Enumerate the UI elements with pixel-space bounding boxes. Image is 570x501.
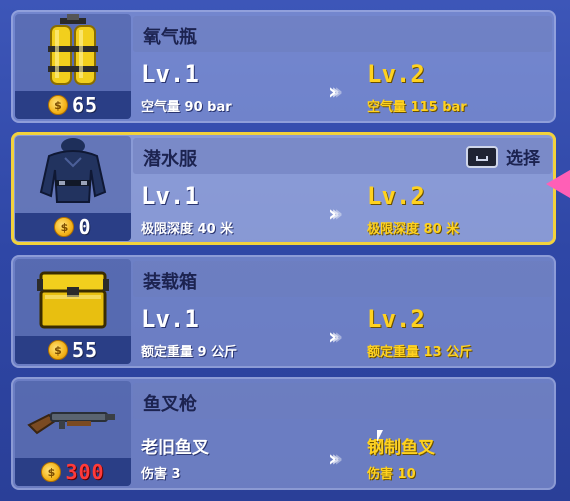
item-title: 潜水服 [143, 149, 197, 170]
current-stat: 伤害 3 [141, 467, 181, 482]
item-icon-panel: $ 300 [15, 381, 131, 486]
current-stat: 空气量 90 bar [141, 100, 232, 115]
item-title: 鱼叉枪 [143, 394, 197, 415]
current-item-name: 老旧鱼叉 [141, 438, 209, 458]
price-bar: $ 55 [15, 336, 131, 364]
next-level: Lv.2 [367, 182, 425, 210]
current-level: Lv.1 [141, 305, 199, 333]
next-stat: 空气量 115 bar [367, 100, 467, 115]
upgrade-arrow-icon: ››› [328, 325, 343, 350]
select-label: 选择 [506, 149, 540, 169]
title-bar: 氧气瓶 [133, 16, 552, 52]
select-button[interactable]: 选择 [466, 144, 540, 169]
upgrade-card-harpoon-gun[interactable]: $ 300 鱼叉枪 老旧鱼叉 伤害 3 ››› 钢制鱼叉 伤害 10 [11, 377, 556, 490]
title-bar: 潜水服 选择 [133, 138, 552, 174]
diving-suit-icon [39, 138, 107, 203]
title-bar: 鱼叉枪 [133, 383, 552, 419]
upgrade-card-diving-suit[interactable]: $ 0 潜水服 选择 Lv.1 极限深度 40 米 ››› Lv.2 极限深度 … [11, 132, 556, 245]
selection-pointer-icon [546, 170, 570, 198]
title-bar: 装载箱 [133, 261, 552, 297]
upgrade-arrow-icon: ››› [328, 202, 343, 227]
next-level: Lv.2 [367, 305, 425, 333]
price-value: 65 [71, 93, 99, 117]
coin-icon: $ [47, 95, 68, 115]
upgrade-card-oxygen-tank[interactable]: $ 65 氧气瓶 Lv.1 空气量 90 bar ››› Lv.2 空气量 11… [11, 10, 556, 123]
current-level: Lv.1 [141, 182, 199, 210]
current-level: Lv.1 [141, 60, 199, 88]
mouse-cursor-icon [377, 430, 383, 442]
price-bar: $ 300 [15, 458, 131, 486]
harpoon-gun-icon [27, 412, 115, 435]
current-stat: 极限深度 40 米 [141, 222, 234, 237]
price-bar: $ 65 [15, 91, 131, 119]
coin-icon: $ [41, 462, 62, 482]
upgrade-arrow-icon: ››› [328, 447, 343, 472]
price-value: 300 [65, 460, 105, 484]
item-title: 氧气瓶 [143, 27, 197, 48]
current-stat: 额定重量 9 公斤 [141, 345, 238, 360]
next-stat: 额定重量 13 公斤 [367, 345, 473, 360]
item-icon-panel: $ 55 [15, 259, 131, 364]
price-value: 0 [78, 215, 92, 239]
next-level: Lv.2 [367, 60, 425, 88]
storage-box-icon [37, 271, 109, 329]
next-stat: 极限深度 80 米 [367, 222, 460, 237]
coin-icon: $ [54, 217, 75, 237]
coin-icon: $ [47, 340, 68, 360]
item-icon-panel: $ 0 [15, 136, 131, 241]
price-bar: $ 0 [15, 213, 131, 241]
item-icon-panel: $ 65 [15, 14, 131, 119]
item-title: 装载箱 [143, 272, 197, 293]
price-value: 55 [71, 338, 99, 362]
upgrade-card-storage-box[interactable]: $ 55 装载箱 Lv.1 额定重量 9 公斤 ››› Lv.2 额定重量 13… [11, 255, 556, 368]
oxygen-tank-icon [48, 14, 98, 85]
next-stat: 伤害 10 [367, 467, 416, 482]
upgrade-arrow-icon: ››› [328, 80, 343, 105]
spacebar-key-icon [466, 145, 498, 168]
